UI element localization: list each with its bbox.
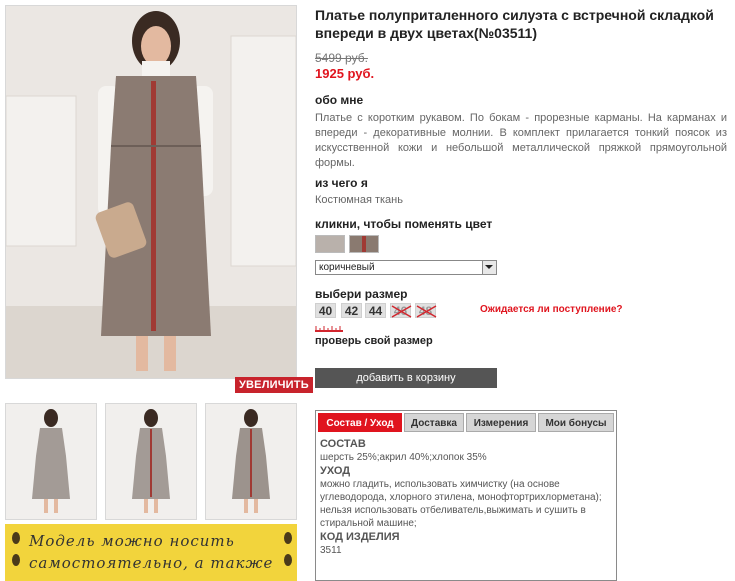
check-size-link[interactable]: проверь свой размер: [315, 335, 433, 347]
color-swatch-grey[interactable]: [315, 235, 345, 253]
thumbnail-2[interactable]: [105, 403, 197, 520]
thumbnail-3[interactable]: [205, 403, 297, 520]
promo-banner[interactable]: Модель можно носить самостоятельно, а та…: [5, 524, 297, 581]
about-heading: обо мне: [315, 93, 364, 107]
footprint-icon: [284, 532, 292, 566]
footprint-icon: [12, 532, 20, 566]
zoom-button[interactable]: УВЕЛИЧИТЬ: [235, 377, 313, 393]
material-heading: из чего я: [315, 176, 368, 190]
promo-text: Модель можно носить самостоятельно, а та…: [29, 530, 273, 574]
size-option-46-unavailable[interactable]: 46: [390, 303, 412, 318]
add-to-cart-button[interactable]: добавить в корзину: [315, 368, 497, 388]
product-code-heading: КОД ИЗДЕЛИЯ: [320, 531, 400, 543]
thumbnail-image: [206, 404, 296, 519]
main-product-photo[interactable]: [5, 5, 297, 379]
size-heading: выбери размер: [315, 287, 408, 301]
thumbnail-1[interactable]: [5, 403, 97, 520]
product-code-value: 3511: [320, 545, 342, 556]
size-option-42[interactable]: 42: [341, 303, 362, 318]
tab-bonuses[interactable]: Мои бонусы: [538, 413, 614, 432]
size-option-44[interactable]: 44: [365, 303, 386, 318]
promo-line-2: самостоятельно, а также: [29, 554, 274, 572]
care-text: можно гладить, использовать химчистку (н…: [320, 479, 602, 529]
tab-delivery[interactable]: Доставка: [404, 413, 464, 432]
tab-composition-care[interactable]: Состав / Уход: [318, 413, 402, 432]
color-select[interactable]: коричневый: [315, 260, 497, 275]
care-heading: УХОД: [320, 465, 351, 477]
color-select-value: коричневый: [319, 262, 375, 273]
size-option-48-unavailable[interactable]: 48: [415, 303, 437, 318]
dress-model-image: [6, 6, 296, 378]
old-price: 5499 руб.: [315, 51, 368, 65]
composition-heading: СОСТАВ: [320, 438, 366, 450]
crossed-out-icon: [391, 305, 412, 318]
about-text: Платье с коротким рукавом. По бокам - пр…: [315, 112, 727, 169]
material-text: Костюмная ткань: [315, 194, 403, 206]
color-swatch-brown[interactable]: [349, 235, 379, 253]
sale-price: 1925 руб.: [315, 66, 375, 81]
product-title: Платье полуприталенного силуэта с встреч…: [315, 7, 714, 41]
thumbnail-image: [6, 404, 96, 519]
ruler-icon: [315, 326, 343, 332]
tab-measurements[interactable]: Измерения: [466, 413, 536, 432]
color-heading: кликни, чтобы поменять цвет: [315, 217, 493, 231]
crossed-out-icon: [416, 305, 437, 318]
size-option-40[interactable]: 40: [315, 303, 336, 318]
composition-text: шерсть 25%;акрил 40%;хлопок 35%: [320, 452, 487, 463]
tab-content: СОСТАВ шерсть 25%;акрил 40%;хлопок 35% У…: [320, 437, 612, 557]
product-info-tabs: Состав / Уход Доставка Измерения Мои бон…: [315, 410, 617, 581]
chevron-down-icon[interactable]: [482, 261, 496, 274]
availability-link[interactable]: Ожидается ли поступление?: [480, 304, 623, 315]
thumbnail-image: [106, 404, 196, 519]
promo-line-1: Модель можно носить: [29, 532, 235, 550]
